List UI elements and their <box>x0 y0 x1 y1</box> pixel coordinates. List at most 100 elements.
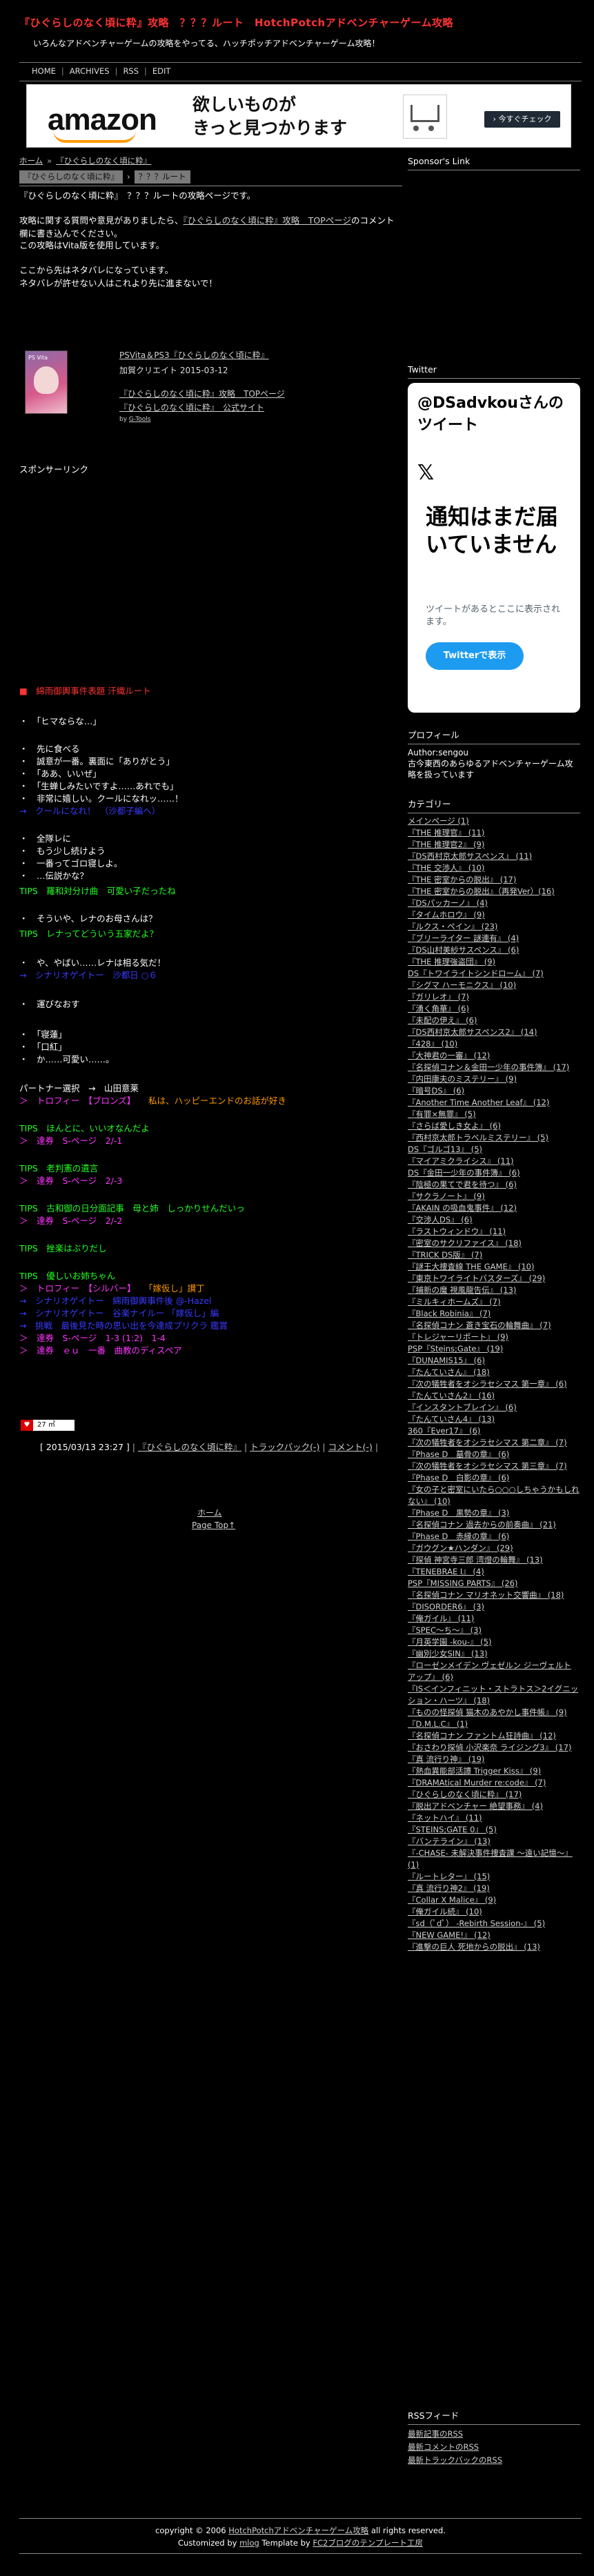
category-link[interactable]: 『sd（ﾟdﾟ） -Rebirth Session-』 (5) <box>408 1919 545 1928</box>
category-link[interactable]: 『DS西村京太郎サスペンス2』 (14) <box>408 1027 537 1037</box>
category-link[interactable]: 『Black Robinia』 (7) <box>408 1309 491 1318</box>
category-link[interactable]: 『428』 (10) <box>408 1039 457 1049</box>
nav-archives[interactable]: ARCHIVES <box>70 66 110 77</box>
category-link[interactable]: 『THE 推理強盗団』 (9) <box>408 957 495 967</box>
category-link[interactable]: 『ガウグン★ハンダン』 (29) <box>408 1543 513 1553</box>
view-on-twitter-button[interactable]: Twitterで表示 <box>426 642 524 670</box>
category-link[interactable]: 『シグマ ハーモニクス』 (10) <box>408 980 516 990</box>
category-link[interactable]: DS『ゴルゴ13』 (5) <box>408 1145 482 1154</box>
category-link[interactable]: 『ガリレオ』 (7) <box>408 992 469 1002</box>
category-link[interactable]: 『-CHASE- 未解決事件捜査課 ～遠い記憶～』 (1) <box>408 1848 573 1870</box>
category-link[interactable]: 『DISORDER6』 (3) <box>408 1602 484 1612</box>
category-link[interactable]: 『名探偵コナン ファントム狂詩曲』 (12) <box>408 1731 556 1741</box>
category-link[interactable]: 『ルートレター』 (15) <box>408 1872 490 1881</box>
category-link[interactable]: 『ミルキィホームズ』 (7) <box>408 1297 501 1307</box>
product-title-link[interactable]: PSVita＆PS3『ひぐらしのなく頃に粋』 <box>119 349 269 361</box>
category-link[interactable]: 『Phase D 赤縁の章』 (6) <box>408 1532 509 1541</box>
category-link[interactable]: 『IS＜インフィニット・ストラトス＞2イグニッション・ハーツ』 (18) <box>408 1684 578 1705</box>
category-link[interactable]: 『マイアミクライシス』 (11) <box>408 1156 514 1166</box>
category-link[interactable]: 『ものの怪探偵 猫木のあやかし事件帳』 (9) <box>408 1707 567 1717</box>
category-link[interactable]: 『TENEBRAE I』 (4) <box>408 1567 484 1576</box>
category-link[interactable]: 『名探偵コナン マリオネット交響曲』 (18) <box>408 1590 564 1600</box>
category-link[interactable]: 『謎王大捜査線 THE GAME』 (10) <box>408 1262 534 1271</box>
category-link[interactable]: 『探偵 神宮寺三郎 湾燈の輪舞』 (13) <box>408 1555 543 1565</box>
category-link[interactable]: 『女の子と密室にいたら○○○しちゃうかもしれない』 (10) <box>408 1485 580 1506</box>
rss-link[interactable]: 最新コメントのRSS <box>408 2442 479 2452</box>
nav-home[interactable]: HOME <box>32 66 56 77</box>
category-link[interactable]: 『DSパッカーノ』 (4) <box>408 898 488 908</box>
product-top-page-link[interactable]: 『ひぐらしのなく頃に粋』攻略 TOPページ <box>119 388 285 400</box>
category-link[interactable]: 『THE 密室からの脱出』（再発Ver）(16) <box>408 886 555 896</box>
category-link[interactable]: 『TRICK DS版』 (7) <box>408 1250 482 1260</box>
category-link[interactable]: 『俺ガイル続』 (10) <box>408 1907 482 1916</box>
category-link[interactable]: 『DS山村美紗サスペンス』 (6) <box>408 945 519 955</box>
category-link[interactable]: PSP『Steins;Gate』 (19) <box>408 1344 503 1354</box>
ad-cta-button[interactable]: › 今すぐチェック <box>484 111 560 128</box>
rss-link[interactable]: 最新記事のRSS <box>408 2429 463 2439</box>
category-link[interactable]: 『西村京太郎トラベルミステリー』 (5) <box>408 1133 548 1142</box>
category-link[interactable]: 『ブリーライター 謎連有』 (4) <box>408 933 519 943</box>
category-link[interactable]: 『熱血異能部活譚 Trigger Kiss』 (9) <box>408 1766 541 1776</box>
category-link[interactable]: 『次の犠牲者をオシラセシマス 第一章』 (6) <box>408 1379 567 1389</box>
bottom-home-link[interactable]: ホーム <box>197 1507 222 1519</box>
twitter-widget-title[interactable]: @DSadvkouさんのツイート <box>417 393 569 437</box>
trackback-link[interactable]: トラックバック(-) <box>250 1442 319 1452</box>
category-link[interactable]: 『Phase D 黒勢の章』 (3) <box>408 1508 509 1518</box>
category-link[interactable]: 『タイムホロウ』 (9) <box>408 910 485 920</box>
category-link[interactable]: 『交渉人DS』 (6) <box>408 1215 473 1225</box>
category-link[interactable]: 『捕新の魔 視風龍告伝』 (13) <box>408 1285 516 1295</box>
category-link[interactable]: 『幽別少女SIN』 (13) <box>408 1649 488 1658</box>
nav-rss[interactable]: RSS <box>123 66 139 77</box>
page-top-link[interactable]: Page Top↑ <box>192 1519 235 1532</box>
site-title[interactable]: 『ひぐらしのなく頃に粋』攻略 ？？？ルート HotchPotchアドベンチャーゲ… <box>19 15 453 31</box>
category-link[interactable]: 『NEW GAME!』 (12) <box>408 1930 491 1940</box>
category-link[interactable]: 『バンテライン』 (13) <box>408 1836 491 1846</box>
category-link[interactable]: 『脱出アドベンチャー 絶望事務』 (4) <box>408 1801 543 1811</box>
nav-edit[interactable]: EDIT <box>152 66 171 77</box>
category-link[interactable]: 『内田康夫のミステリー』 (9) <box>408 1074 517 1084</box>
category-link[interactable]: 『SPEC～ち～』 (3) <box>408 1625 482 1635</box>
category-link[interactable]: 『ルクス・ペイン』 (23) <box>408 922 497 931</box>
category-link[interactable]: PSP『MISSING PARTS』 (26) <box>408 1578 517 1588</box>
category-link[interactable]: 『D.M.L.C』 (1) <box>408 1719 468 1729</box>
entry-category-link[interactable]: 『ひぐらしのなく頃に粋』 <box>138 1442 241 1452</box>
category-link[interactable]: 『さらば愛しき女よ』 (6) <box>408 1121 501 1131</box>
amazon-ad-banner[interactable]: amazon 欲しいものが きっと見つかります › 今すぐチェック <box>26 84 571 148</box>
category-link[interactable]: 『名探偵コナン 蒼き宝石の輪舞曲』 (7) <box>408 1320 551 1330</box>
category-link[interactable]: 『Phase D 墓骨の章』 (6) <box>408 1449 509 1459</box>
category-link[interactable]: 『ひぐらしのなく頃に粋』 (17) <box>408 1790 522 1799</box>
category-link[interactable]: 360『Ever17』 (6) <box>408 1426 480 1436</box>
category-link[interactable]: 『ネットハイ』 (11) <box>408 1813 482 1823</box>
top-page-link[interactable]: 『ひぐらしのなく頃に粋』攻略 TOPページ <box>184 215 352 226</box>
gtools-link[interactable]: G-Tools <box>129 416 151 423</box>
category-link[interactable]: メインページ (1) <box>408 816 469 826</box>
category-link[interactable]: 『湧く角華』 (6) <box>408 1004 469 1013</box>
breadcrumb-category[interactable]: 『ひぐらしのなく頃に粋』 <box>56 156 151 166</box>
breadcrumb-home[interactable]: ホーム <box>19 156 43 166</box>
category-link[interactable]: 『THE 交渉人』 (10) <box>408 863 484 873</box>
category-link[interactable]: 『密室のサクリファイス』 (18) <box>408 1238 522 1248</box>
comment-link[interactable]: コメント(-) <box>328 1442 373 1452</box>
category-link[interactable]: 『暗号DS』 (6) <box>408 1086 464 1096</box>
category-link[interactable]: 『インスタントブレイン』 (6) <box>408 1403 517 1412</box>
category-link[interactable]: 『STEINS;GATE 0』 (5) <box>408 1825 497 1834</box>
category-link[interactable]: 『陰極の果てで君を待つ』 (6) <box>408 1180 517 1189</box>
category-link[interactable]: 『ローゼンメイデン ヴェゼルン ジーヴェルト アップ』 (6) <box>408 1661 571 1682</box>
category-link[interactable]: 『Phase D 白影の章』 (6) <box>408 1473 509 1483</box>
category-link[interactable]: 『名探偵コナン＆金田一少年の事件簿』 (17) <box>408 1062 569 1072</box>
rss-link[interactable]: 最新トラックバックのRSS <box>408 2455 502 2465</box>
category-link[interactable]: 『Another Time Another Leaf』 (12) <box>408 1098 549 1107</box>
category-link[interactable]: 『DRAMAtical Murder re:code』 (7) <box>408 1778 546 1787</box>
footer-template-link[interactable]: FC2ブログのテンプレート工房 <box>313 2538 423 2548</box>
product-official-site-link[interactable]: 『ひぐらしのなく頃に粋』 公式サイト <box>119 402 264 414</box>
category-link[interactable]: DS『トワイライトシンドローム』 (7) <box>408 969 544 978</box>
category-link[interactable]: 『進撃の巨人 死地からの脱出』 (13) <box>408 1942 540 1952</box>
category-link[interactable]: 『東京トワイライトバスターズ』 (29) <box>408 1274 545 1283</box>
category-link[interactable]: 『真 流行り神2』 (19) <box>408 1883 490 1893</box>
category-link[interactable]: 『月英学園 -kou-』 (5) <box>408 1637 491 1647</box>
category-link[interactable]: 『DUNAMIS15』 (6) <box>408 1356 485 1365</box>
category-link[interactable]: 『未配の伊え』 (6) <box>408 1015 477 1025</box>
category-link[interactable]: 『たんていさん4』 (13) <box>408 1414 495 1424</box>
category-link[interactable]: 『有罪×無罪』 (5) <box>408 1109 476 1119</box>
category-link[interactable]: 『DS西村京太郎サスペンス』 (11) <box>408 851 532 861</box>
